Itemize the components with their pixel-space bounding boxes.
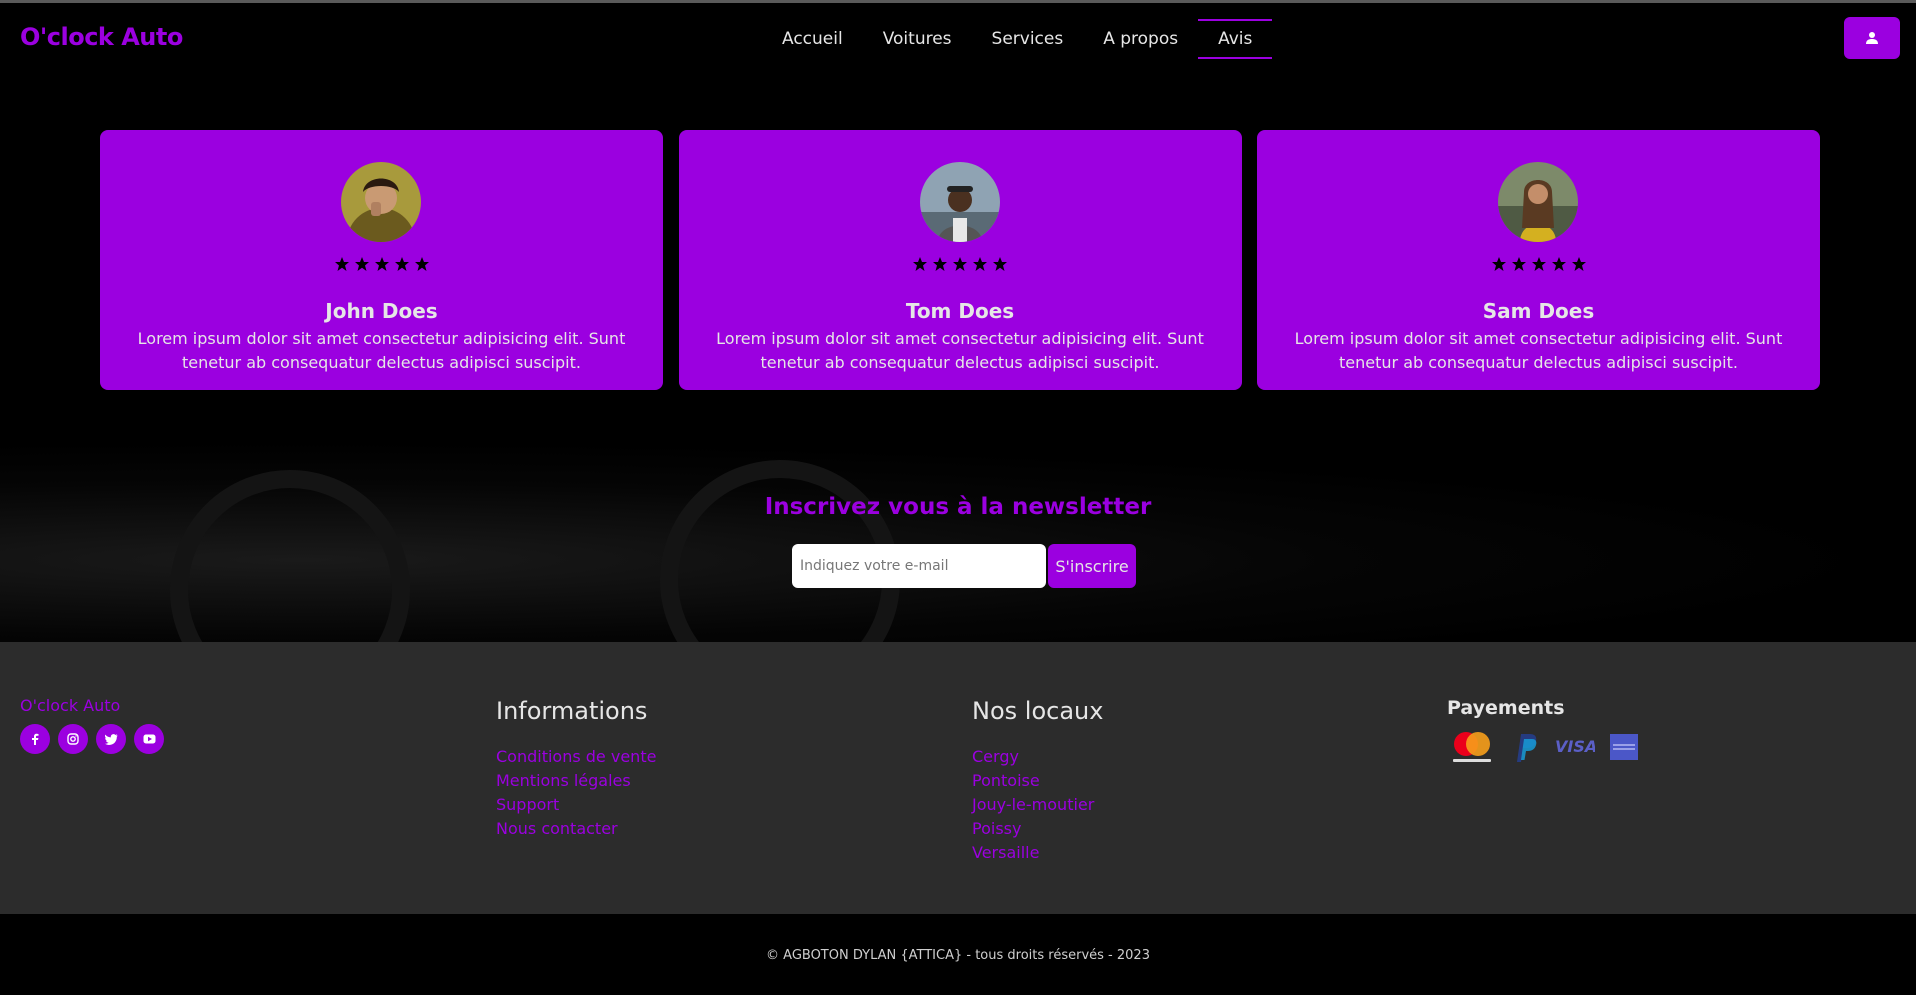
locaux-title: Nos locaux (972, 697, 1104, 725)
subscribe-button[interactable]: S'inscrire (1048, 544, 1136, 588)
nav-voitures[interactable]: Voitures (863, 19, 972, 59)
youtube-icon[interactable] (134, 724, 164, 754)
rating-stars (100, 256, 663, 272)
rating-stars (1257, 256, 1820, 272)
paypal-icon (1517, 734, 1537, 762)
link-mentions-legales[interactable]: Mentions légales (496, 769, 656, 793)
newsletter-section: Inscrivez vous à la newsletter S'inscrir… (0, 440, 1916, 642)
amex-icon (1610, 734, 1638, 760)
star-icon (414, 257, 429, 271)
nav-avis[interactable]: Avis (1198, 19, 1273, 59)
star-icon (1531, 257, 1546, 271)
nav-a-propos[interactable]: A propos (1083, 19, 1198, 59)
main-nav: Accueil Voitures Services A propos Avis (762, 19, 1273, 59)
reviewer-name: Tom Does (905, 299, 1015, 323)
review-text: Lorem ipsum dolor sit amet consectetur a… (1294, 329, 1783, 372)
newsletter-form: S'inscrire (792, 544, 1136, 588)
site-header: O'clock Auto Accueil Voitures Services A… (0, 3, 1916, 73)
email-input[interactable] (792, 544, 1046, 588)
link-support[interactable]: Support (496, 793, 656, 817)
mastercard-icon (1453, 732, 1491, 762)
review-card: Sam Does Lorem ipsum dolor sit amet cons… (1257, 130, 1820, 390)
link-versaille[interactable]: Versaille (972, 841, 1103, 865)
star-icon (1491, 257, 1506, 271)
link-conditions-de-vente[interactable]: Conditions de vente (496, 745, 656, 769)
review-text: Lorem ipsum dolor sit amet consectetur a… (137, 329, 626, 372)
link-poissy[interactable]: Poissy (972, 817, 1103, 841)
reviewer-name: Sam Does (1482, 299, 1595, 323)
rating-stars (679, 256, 1242, 272)
nav-services[interactable]: Services (972, 19, 1084, 59)
review-text: Lorem ipsum dolor sit amet consectetur a… (716, 329, 1204, 372)
twitter-icon[interactable] (96, 724, 126, 754)
review-card: Tom Does Lorem ipsum dolor sit amet cons… (678, 130, 1242, 390)
visa-icon: VISA (1555, 737, 1595, 756)
star-icon (1511, 257, 1526, 271)
social-links (20, 724, 164, 754)
nav-accueil[interactable]: Accueil (762, 19, 863, 59)
payment-methods: VISA (1449, 730, 1639, 764)
star-icon (953, 257, 967, 271)
locaux-column: Nos locaux Cergy Pontoise Jouy-le-moutie… (972, 697, 1103, 865)
user-account-button[interactable] (1844, 17, 1900, 59)
brand-logo[interactable]: O'clock Auto (20, 23, 183, 51)
star-icon (334, 257, 349, 271)
site-footer: O'clock Auto Informations Conditions de … (0, 642, 1916, 914)
avatar (919, 162, 1000, 242)
instagram-icon[interactable] (58, 724, 88, 754)
star-icon (993, 257, 1007, 271)
reviews-section: John Does Lorem ipsum dolor sit amet con… (100, 130, 1820, 390)
reviewer-name: John Does (325, 299, 438, 323)
star-icon (913, 257, 927, 271)
link-pontoise[interactable]: Pontoise (972, 769, 1103, 793)
facebook-icon[interactable] (20, 724, 50, 754)
avatar (341, 162, 421, 242)
star-icon (1571, 257, 1586, 271)
star-icon (374, 257, 389, 271)
link-nous-contacter[interactable]: Nous contacter (496, 817, 656, 841)
informations-column: Informations Conditions de vente Mention… (496, 697, 656, 841)
star-icon (973, 257, 987, 271)
copyright-text: © AGBOTON DYLAN {ATTICA} - tous droits r… (766, 948, 1150, 963)
link-jouy-le-moutier[interactable]: Jouy-le-moutier (972, 793, 1103, 817)
payments-title: Payements (1447, 697, 1565, 719)
review-card: John Does Lorem ipsum dolor sit amet con… (100, 130, 663, 390)
user-icon (1866, 32, 1878, 44)
star-icon (394, 257, 409, 271)
star-icon (354, 257, 369, 271)
copyright-bar: © AGBOTON DYLAN {ATTICA} - tous droits r… (0, 914, 1916, 995)
star-icon (933, 257, 947, 271)
avatar (1498, 162, 1578, 242)
star-icon (1551, 257, 1566, 271)
informations-title: Informations (496, 697, 648, 725)
svg-text:VISA: VISA (1555, 737, 1595, 756)
newsletter-title: Inscrivez vous à la newsletter (764, 494, 1152, 520)
footer-brand[interactable]: O'clock Auto (20, 696, 120, 715)
link-cergy[interactable]: Cergy (972, 745, 1103, 769)
